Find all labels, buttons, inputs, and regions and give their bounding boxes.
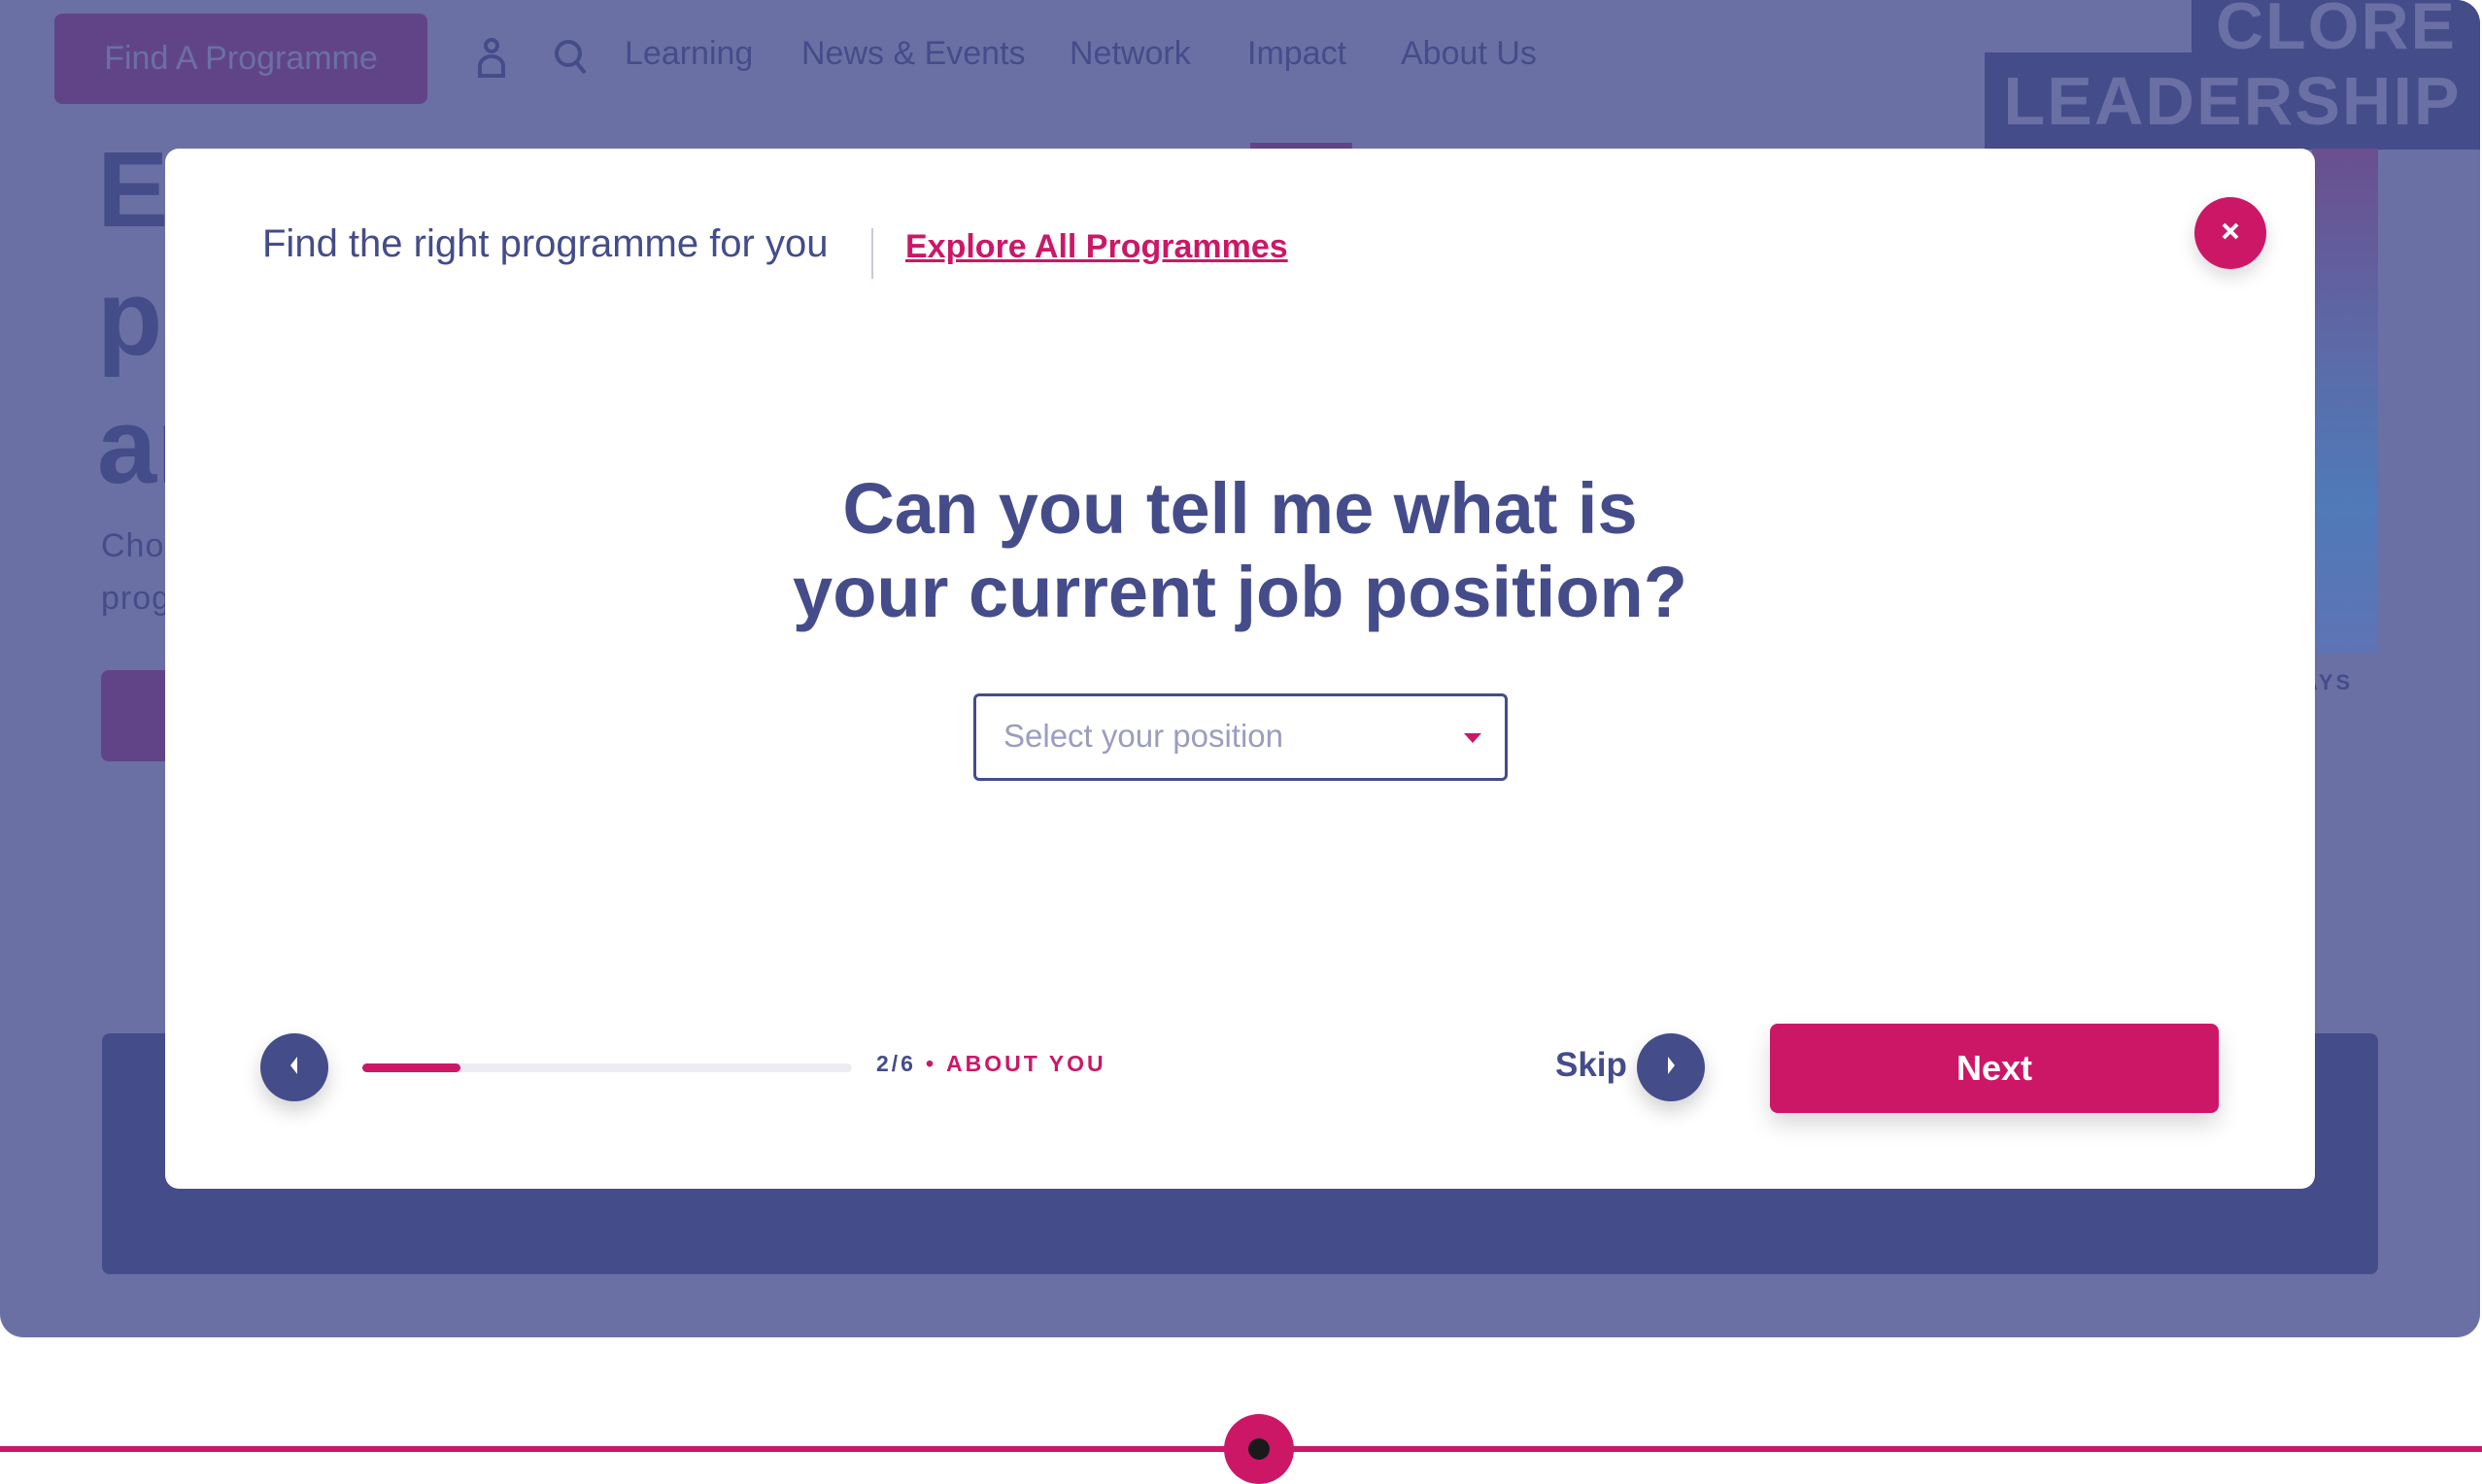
header-divider	[871, 228, 873, 279]
nav-news-events[interactable]: News & Events	[801, 35, 1026, 73]
previous-button[interactable]	[260, 1033, 328, 1101]
user-icon[interactable]	[472, 37, 511, 78]
step-indicator: 2/6 • ABOUT YOU	[876, 1051, 1106, 1077]
logo-clore[interactable]: CLORE	[2192, 0, 2480, 52]
nav-learning[interactable]: Learning	[625, 35, 753, 73]
skip-arrow-button[interactable]	[1637, 1033, 1705, 1101]
chevron-right-icon	[1662, 1054, 1680, 1082]
question-heading: Can you tell me what is your current job…	[165, 467, 2315, 634]
question-line: Can you tell me what is	[842, 468, 1638, 549]
timeline-dot-center	[1248, 1438, 1270, 1460]
question-line: your current job position?	[793, 552, 1687, 632]
step-name: ABOUT YOU	[946, 1051, 1106, 1076]
step-separator: •	[925, 1051, 937, 1076]
nav-network[interactable]: Network	[1070, 35, 1191, 73]
progress-bar-fill	[362, 1063, 460, 1072]
modal-header-title: Find the right programme for you	[262, 222, 829, 265]
nav-about-us[interactable]: About Us	[1401, 35, 1537, 73]
progress-bar	[362, 1063, 852, 1072]
skip-button[interactable]: Skip	[1555, 1046, 1627, 1085]
timeline-dot[interactable]	[1224, 1414, 1294, 1484]
chevron-down-icon	[1464, 733, 1481, 743]
nav-impact[interactable]: Impact	[1247, 35, 1346, 73]
position-select-placeholder: Select your position	[1003, 718, 1283, 754]
chevron-left-icon	[286, 1054, 303, 1082]
explore-all-programmes-link[interactable]: Explore All Programmes	[905, 228, 1288, 266]
close-button[interactable]	[2194, 197, 2266, 269]
step-count: 2/6	[876, 1051, 916, 1076]
close-icon	[2220, 220, 2241, 247]
next-button[interactable]: Next	[1770, 1024, 2219, 1113]
position-select[interactable]: Select your position	[973, 693, 1508, 781]
programme-finder-modal: Find the right programme for you Explore…	[165, 149, 2315, 1189]
hero-image	[2312, 149, 2378, 654]
search-icon[interactable]	[552, 37, 591, 78]
logo-leadership[interactable]: LEADERSHIP	[1985, 52, 2480, 150]
find-programme-button[interactable]: Find A Programme	[54, 14, 427, 104]
